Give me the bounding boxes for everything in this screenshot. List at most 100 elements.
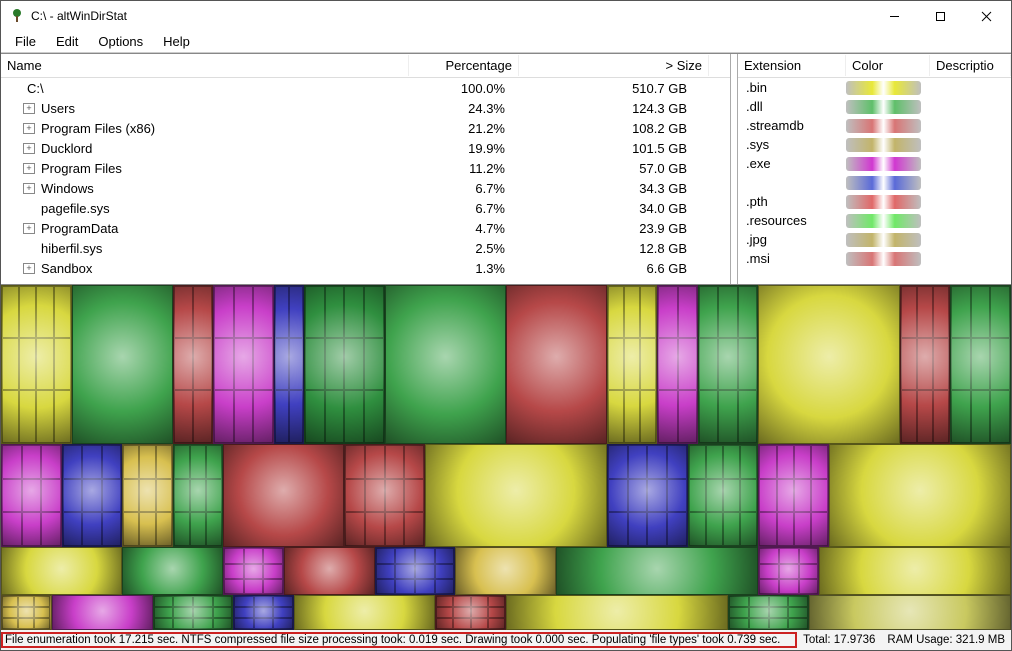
treemap-cell[interactable]: [223, 547, 284, 595]
treemap-cell[interactable]: [213, 285, 274, 444]
ext-row[interactable]: .streamdb: [738, 116, 1011, 135]
treemap-cell[interactable]: [1, 595, 52, 630]
treemap-cell[interactable]: [122, 547, 223, 595]
ext-row[interactable]: .dll: [738, 97, 1011, 116]
expand-icon[interactable]: +: [23, 143, 35, 154]
treemap-cell[interactable]: [72, 285, 173, 444]
ext-row[interactable]: .bin: [738, 78, 1011, 97]
treemap-cell[interactable]: [375, 547, 456, 595]
treemap-cell[interactable]: [304, 285, 385, 444]
treemap-cell[interactable]: [1, 547, 122, 595]
treemap-cell[interactable]: [233, 595, 294, 630]
ext-header-color[interactable]: Color: [846, 55, 930, 76]
ext-header-row: Extension Color Descriptio: [738, 54, 1011, 78]
menu-edit[interactable]: Edit: [46, 32, 88, 51]
treemap-cell[interactable]: [607, 444, 688, 548]
ext-row[interactable]: .jpg: [738, 230, 1011, 249]
treemap-cell[interactable]: [688, 444, 759, 548]
tree-row[interactable]: pagefile.sys6.7%34.0 GB: [1, 198, 730, 218]
expand-icon[interactable]: +: [23, 123, 35, 134]
ext-row[interactable]: .exe: [738, 154, 1011, 173]
ext-row[interactable]: .sys: [738, 135, 1011, 154]
menu-file[interactable]: File: [5, 32, 46, 51]
treemap-cell[interactable]: [809, 595, 1011, 630]
expand-icon[interactable]: +: [23, 163, 35, 174]
ext-header-extension[interactable]: Extension: [738, 55, 846, 76]
treemap-cell[interactable]: [900, 285, 951, 444]
tree-size: 57.0 GB: [511, 161, 701, 176]
color-swatch: [846, 157, 921, 171]
color-swatch: [846, 176, 921, 190]
treemap[interactable]: [1, 285, 1011, 630]
treemap-cell[interactable]: [425, 444, 607, 548]
treemap-cell[interactable]: [556, 547, 758, 595]
treemap-cell[interactable]: [758, 547, 819, 595]
ext-row[interactable]: .resources: [738, 211, 1011, 230]
tree-row[interactable]: +ProgramData4.7%23.9 GB: [1, 218, 730, 238]
treemap-cell[interactable]: [385, 285, 506, 444]
tree-body[interactable]: C:\100.0%510.7 GB+Users24.3%124.3 GB+Pro…: [1, 78, 730, 284]
treemap-cell[interactable]: [173, 285, 213, 444]
tree-header-percentage[interactable]: Percentage: [409, 55, 519, 76]
treemap-cell[interactable]: [1, 285, 72, 444]
expand-icon[interactable]: +: [23, 183, 35, 194]
maximize-button[interactable]: [917, 1, 963, 31]
tree-row[interactable]: +Sandbox1.3%6.6 GB: [1, 258, 730, 278]
tree-header-size[interactable]: > Size: [519, 55, 709, 76]
ext-row[interactable]: .msi: [738, 249, 1011, 268]
status-ram: RAM Usage: 321.9 MB: [881, 634, 1011, 646]
treemap-cell[interactable]: [284, 547, 375, 595]
treemap-cell[interactable]: [435, 595, 506, 630]
treemap-cell[interactable]: [506, 595, 728, 630]
menu-options[interactable]: Options: [88, 32, 153, 51]
tree-size: 12.8 GB: [511, 241, 701, 256]
tree-row[interactable]: C:\100.0%510.7 GB: [1, 78, 730, 98]
ext-name: .sys: [746, 137, 846, 152]
treemap-cell[interactable]: [758, 444, 829, 548]
treemap-cell[interactable]: [506, 285, 607, 444]
treemap-cell[interactable]: [294, 595, 435, 630]
expand-icon[interactable]: +: [23, 263, 35, 274]
treemap-cell[interactable]: [657, 285, 697, 444]
treemap-cell[interactable]: [829, 444, 1011, 548]
treemap-cell[interactable]: [698, 285, 759, 444]
treemap-cell[interactable]: [153, 595, 234, 630]
ext-body[interactable]: .bin.dll.streamdb .sys .exe .pth.resources.…: [738, 78, 1011, 284]
close-button[interactable]: [963, 1, 1009, 31]
treemap-cell[interactable]: [455, 547, 556, 595]
treemap-cell[interactable]: [274, 285, 304, 444]
tree-percentage: 4.7%: [401, 221, 511, 236]
tree-row[interactable]: +Windows6.7%34.3 GB: [1, 178, 730, 198]
tree-header-name[interactable]: Name: [1, 55, 409, 76]
treemap-cell[interactable]: [52, 595, 153, 630]
tree-spacer: [23, 243, 35, 254]
tree-row[interactable]: +Program Files (x86)21.2%108.2 GB: [1, 118, 730, 138]
ext-row[interactable]: [738, 173, 1011, 192]
treemap-cell[interactable]: [344, 444, 425, 548]
treemap-cell[interactable]: [173, 444, 224, 548]
tree-row[interactable]: +Program Files11.2%57.0 GB: [1, 158, 730, 178]
tree-row[interactable]: hiberfil.sys2.5%12.8 GB: [1, 238, 730, 258]
menu-help[interactable]: Help: [153, 32, 200, 51]
minimize-button[interactable]: [871, 1, 917, 31]
tree-size: 34.0 GB: [511, 201, 701, 216]
treemap-cell[interactable]: [122, 444, 173, 548]
treemap-cell[interactable]: [728, 595, 809, 630]
ext-row[interactable]: .pth: [738, 192, 1011, 211]
ext-header-description[interactable]: Descriptio: [930, 55, 1011, 76]
tree-row[interactable]: +Users24.3%124.3 GB: [1, 98, 730, 118]
tree-row[interactable]: +Ducklord19.9%101.5 GB: [1, 138, 730, 158]
treemap-cell[interactable]: [819, 547, 1011, 595]
tree-name: pagefile.sys: [35, 201, 401, 216]
expand-icon[interactable]: +: [23, 103, 35, 114]
treemap-cell[interactable]: [62, 444, 123, 548]
treemap-cell[interactable]: [758, 285, 899, 444]
expand-icon[interactable]: +: [23, 223, 35, 234]
treemap-cell[interactable]: [1, 444, 62, 548]
tree-name: ProgramData: [35, 221, 401, 236]
treemap-cell[interactable]: [950, 285, 1011, 444]
tree-name: Ducklord: [35, 141, 401, 156]
tree-percentage: 100.0%: [401, 81, 511, 96]
treemap-cell[interactable]: [223, 444, 344, 548]
treemap-cell[interactable]: [607, 285, 658, 444]
